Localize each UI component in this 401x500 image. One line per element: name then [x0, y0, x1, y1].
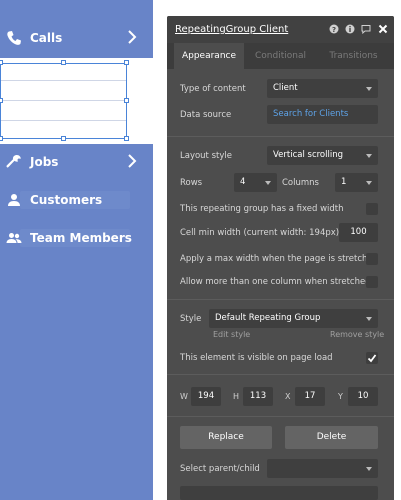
replace-button[interactable]: Replace — [180, 426, 272, 449]
caret-down-icon — [366, 181, 372, 185]
resize-handle[interactable] — [124, 98, 129, 103]
divider — [167, 416, 394, 417]
tab-appearance[interactable]: Appearance — [174, 43, 244, 69]
tab-conditional[interactable]: Conditional — [244, 43, 317, 69]
height-input[interactable]: 113 — [243, 387, 273, 406]
person-icon — [8, 194, 20, 206]
caret-down-icon — [366, 154, 372, 158]
selection-box[interactable] — [0, 63, 127, 139]
comment-icon[interactable] — [361, 24, 371, 34]
max-width-checkbox[interactable] — [366, 253, 378, 265]
columns-value: 1 — [341, 177, 347, 187]
nav-item-calls[interactable]: Calls — [0, 21, 153, 57]
fixed-width-checkbox[interactable] — [366, 203, 378, 215]
nav-item-customers[interactable]: Customers — [0, 183, 153, 219]
caret-down-icon — [366, 467, 372, 471]
visible-on-load-checkbox[interactable] — [366, 352, 378, 364]
caret-down-icon — [366, 87, 372, 91]
panel-header[interactable]: RepeatingGroup Client ? — [167, 16, 394, 43]
chevron-right-icon — [128, 154, 137, 168]
tab-bar: Appearance Conditional Transitions — [167, 43, 394, 69]
y-label: Y — [338, 392, 343, 401]
layout-style-value: Vertical scrolling — [273, 150, 343, 160]
type-of-content-dropdown[interactable]: Client — [267, 79, 378, 98]
divider — [167, 374, 394, 375]
y-input[interactable]: 10 — [348, 387, 378, 406]
visible-on-load-label: This element is visible on page load — [180, 353, 333, 363]
nav-label-jobs: Jobs — [30, 155, 59, 169]
delete-button[interactable]: Delete — [285, 426, 378, 449]
fixed-width-label: This repeating group has a fixed width — [180, 204, 344, 214]
layout-style-label: Layout style — [180, 151, 232, 161]
width-input[interactable]: 194 — [191, 387, 221, 406]
type-of-content-label: Type of content — [180, 84, 246, 94]
remove-style-link[interactable]: Remove style — [330, 330, 384, 339]
resize-handle[interactable] — [0, 60, 3, 65]
nav-item-team-members[interactable]: Team Members — [0, 221, 153, 257]
columns-label: Columns — [282, 178, 319, 188]
tab-transitions[interactable]: Transitions — [317, 43, 390, 69]
close-icon[interactable] — [378, 24, 388, 34]
info-icon[interactable] — [345, 24, 355, 34]
nav-item-jobs[interactable]: Jobs — [0, 145, 153, 181]
nav-label-team-members: Team Members — [30, 231, 132, 245]
style-label: Style — [180, 314, 202, 324]
resize-handle[interactable] — [61, 60, 66, 65]
rows-value: 4 — [240, 177, 246, 187]
data-source-field[interactable]: Search for Clients — [267, 105, 378, 124]
caret-down-icon — [366, 317, 372, 321]
parent-child-dropdown[interactable] — [267, 459, 378, 478]
panel-title[interactable]: RepeatingGroup Client — [175, 24, 288, 35]
rows-label: Rows — [180, 178, 203, 188]
property-editor: RepeatingGroup Client ? Appearance Condi… — [167, 16, 394, 500]
edit-style-link[interactable]: Edit style — [213, 330, 250, 339]
resize-handle[interactable] — [0, 98, 3, 103]
width-label: W — [180, 392, 188, 401]
more-columns-checkbox[interactable] — [366, 276, 378, 288]
divider — [167, 136, 394, 137]
phone-icon — [7, 31, 21, 45]
data-source-value[interactable]: Search for Clients — [273, 109, 348, 119]
parent-child-label: Select parent/child — [180, 464, 260, 474]
type-of-content-value: Client — [273, 83, 298, 93]
x-input[interactable]: 17 — [295, 387, 325, 406]
resize-handle[interactable] — [124, 136, 129, 141]
resize-handle[interactable] — [124, 60, 129, 65]
cell-min-width-input[interactable]: 100 — [339, 223, 378, 242]
next-field[interactable] — [180, 486, 378, 500]
more-columns-label: Allow more than one column when stretche… — [180, 277, 371, 287]
layout-style-dropdown[interactable]: Vertical scrolling — [267, 146, 378, 165]
caret-down-icon — [265, 181, 271, 185]
style-value: Default Repeating Group — [215, 313, 321, 323]
style-dropdown[interactable]: Default Repeating Group — [209, 309, 378, 328]
wrench-icon — [6, 154, 21, 168]
checkmark-icon — [367, 354, 377, 363]
height-label: H — [233, 392, 240, 401]
svg-text:?: ? — [332, 26, 336, 34]
x-label: X — [285, 392, 291, 401]
max-width-label: Apply a max width when the page is stret… — [180, 254, 379, 264]
chevron-right-icon — [128, 30, 137, 44]
cell-min-width-label: Cell min width (current width: 194px) — [180, 228, 340, 238]
nav-label-customers: Customers — [30, 193, 103, 207]
data-source-label: Data source — [180, 110, 232, 120]
nav-label-calls: Calls — [30, 31, 63, 45]
resize-handle[interactable] — [0, 136, 3, 141]
help-icon[interactable]: ? — [329, 24, 339, 34]
resize-handle[interactable] — [61, 136, 66, 141]
people-icon — [6, 233, 22, 243]
rows-dropdown[interactable]: 4 — [234, 173, 277, 192]
sidebar-nav: Calls Jobs Customers Team Members — [0, 0, 153, 500]
columns-dropdown[interactable]: 1 — [335, 173, 378, 192]
divider — [167, 299, 394, 300]
